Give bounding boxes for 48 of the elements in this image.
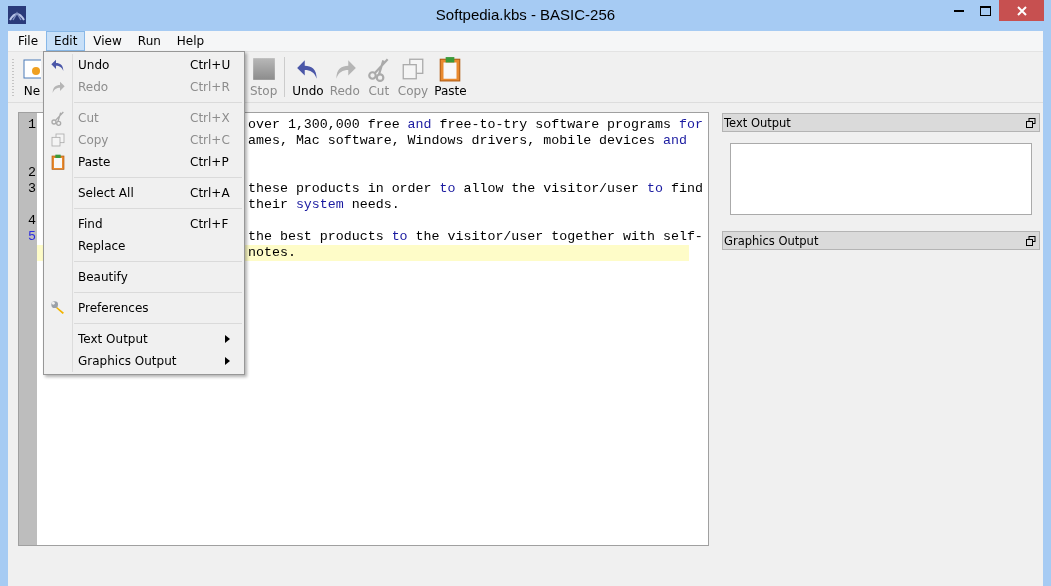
stop-icon xyxy=(250,56,277,82)
menu-item[interactable]: Edit xyxy=(46,31,86,51)
code-line: notes. xyxy=(248,245,296,261)
clipboard-icon xyxy=(50,154,66,170)
maximize-icon xyxy=(980,5,991,16)
menu-entry[interactable]: Paste Ctrl+P xyxy=(44,151,244,173)
menu-entry[interactable]: Undo Ctrl+U xyxy=(44,54,244,76)
line-number: 2 xyxy=(28,165,37,180)
dock-title: Text Output xyxy=(724,115,791,130)
close-button[interactable] xyxy=(999,0,1044,21)
new-file-icon xyxy=(23,56,41,82)
menu-item[interactable]: File xyxy=(10,31,47,51)
line-number: 1 xyxy=(28,117,37,132)
code-line: ames, Mac software, Windows drivers, mobile devices and xyxy=(248,133,687,149)
float-icon[interactable] xyxy=(1026,235,1036,246)
copy-icon xyxy=(400,56,426,82)
window-title: Softpedia.kbs - BASIC-256 xyxy=(435,6,616,23)
menu-entry[interactable]: Replace xyxy=(44,235,244,257)
code-line: over 1,300,000 free and free-to-try software programs for xyxy=(248,117,703,133)
line-number: 4 xyxy=(28,213,37,228)
line-number: 5 xyxy=(28,229,37,244)
menu-item[interactable]: View xyxy=(85,31,130,51)
dock-title: Graphics Output xyxy=(724,233,819,248)
menu-item[interactable]: Help xyxy=(168,31,213,51)
line-number: 3 xyxy=(28,181,37,196)
float-icon[interactable] xyxy=(1026,117,1036,128)
toolbar-button[interactable]: Paste xyxy=(431,54,470,100)
menu-entry[interactable]: Text Output xyxy=(44,328,244,350)
toolbar-button[interactable]: Ne xyxy=(23,54,41,100)
app-icon xyxy=(8,6,26,24)
menu-entry[interactable]: Select All Ctrl+A xyxy=(44,182,244,204)
menu-item[interactable]: Run xyxy=(129,31,169,51)
menu-entry[interactable]: Find Ctrl+F xyxy=(44,213,244,235)
wrench-icon xyxy=(50,300,66,316)
close-icon xyxy=(1016,5,1027,16)
code-line: their system needs. xyxy=(248,197,400,213)
minimize-icon xyxy=(953,9,964,12)
toolbar-button[interactable]: Undo xyxy=(289,54,327,100)
submenu-arrow-icon xyxy=(225,335,230,343)
scissors-icon xyxy=(50,110,66,126)
submenu-arrow-icon xyxy=(225,357,230,365)
menu-entry[interactable]: Graphics Output xyxy=(44,350,244,372)
menu-entry[interactable]: Beautify xyxy=(44,266,244,288)
copy-icon xyxy=(50,132,66,148)
code-line: these products in order to allow the visitor/user to find xyxy=(248,181,703,197)
code-line: the best products to the visitor/user together with self- xyxy=(248,229,703,245)
menu-entry[interactable]: Preferences xyxy=(44,297,244,319)
toolbar-grip xyxy=(12,57,15,97)
